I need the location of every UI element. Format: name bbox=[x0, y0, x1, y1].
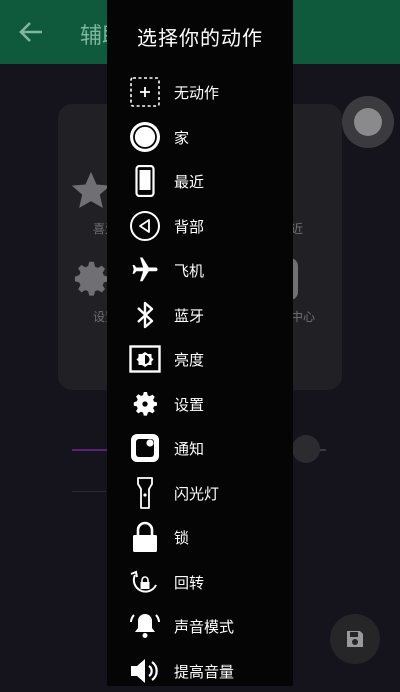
action-label: 无动作 bbox=[174, 82, 219, 103]
action-label: 背部 bbox=[174, 216, 204, 237]
dialog-title: 选择你的动作 bbox=[107, 22, 293, 51]
save-button[interactable] bbox=[330, 614, 380, 664]
dashed-plus-icon bbox=[129, 76, 161, 108]
home-circle-icon bbox=[129, 121, 161, 153]
action-item-flashlight[interactable]: 闪光灯 bbox=[107, 470, 293, 515]
action-label: 通知 bbox=[174, 438, 204, 459]
action-label: 最近 bbox=[174, 171, 204, 192]
action-item-notification[interactable]: 通知 bbox=[107, 425, 293, 470]
bell-icon bbox=[129, 610, 161, 642]
action-item-brightness[interactable]: 亮度 bbox=[107, 336, 293, 381]
floating-assist-ball[interactable] bbox=[342, 96, 394, 148]
action-label: 家 bbox=[174, 127, 189, 148]
action-item-recent[interactable]: 最近 bbox=[107, 158, 293, 203]
action-label: 设置 bbox=[174, 394, 204, 415]
action-label: 蓝牙 bbox=[174, 305, 204, 326]
action-item-airplane[interactable]: 飞机 bbox=[107, 247, 293, 292]
action-label: 闪光灯 bbox=[174, 483, 219, 504]
save-icon bbox=[345, 629, 365, 649]
rotate-lock-icon bbox=[129, 566, 161, 598]
divider-line bbox=[72, 491, 106, 492]
brightness-icon bbox=[129, 343, 161, 375]
action-label: 飞机 bbox=[174, 260, 204, 281]
gear-icon bbox=[129, 388, 161, 420]
action-item-lock[interactable]: 锁 bbox=[107, 514, 293, 559]
action-item-none[interactable]: 无动作 bbox=[107, 69, 293, 114]
action-item-sound-mode[interactable]: 声音模式 bbox=[107, 603, 293, 648]
flashlight-icon bbox=[129, 477, 161, 509]
action-label: 回转 bbox=[174, 572, 204, 593]
arrow-left-icon[interactable] bbox=[18, 20, 44, 44]
action-item-rotation[interactable]: 回转 bbox=[107, 559, 293, 604]
action-label: 声音模式 bbox=[174, 616, 234, 637]
phone-icon bbox=[129, 165, 161, 197]
opacity-slider-thumb[interactable] bbox=[292, 435, 320, 463]
back-triangle-icon bbox=[129, 210, 161, 242]
opacity-slider-fill bbox=[72, 449, 106, 451]
action-item-back[interactable]: 背部 bbox=[107, 203, 293, 248]
action-item-bluetooth[interactable]: 蓝牙 bbox=[107, 292, 293, 337]
airplane-icon bbox=[129, 254, 161, 286]
action-list: 无动作 家 最近 背部 飞机 bbox=[107, 69, 293, 692]
action-item-settings[interactable]: 设置 bbox=[107, 381, 293, 426]
bluetooth-icon bbox=[129, 299, 161, 331]
action-item-home[interactable]: 家 bbox=[107, 114, 293, 159]
lock-icon bbox=[129, 521, 161, 553]
action-label: 提高音量 bbox=[174, 661, 234, 682]
volume-up-icon bbox=[129, 655, 161, 687]
choose-action-dialog: 选择你的动作 无动作 家 最近 背部 bbox=[107, 0, 293, 686]
action-item-volume-up[interactable]: 提高音量 bbox=[107, 648, 293, 692]
action-label: 锁 bbox=[174, 527, 189, 548]
action-label: 亮度 bbox=[174, 349, 204, 370]
notification-icon bbox=[129, 432, 161, 464]
